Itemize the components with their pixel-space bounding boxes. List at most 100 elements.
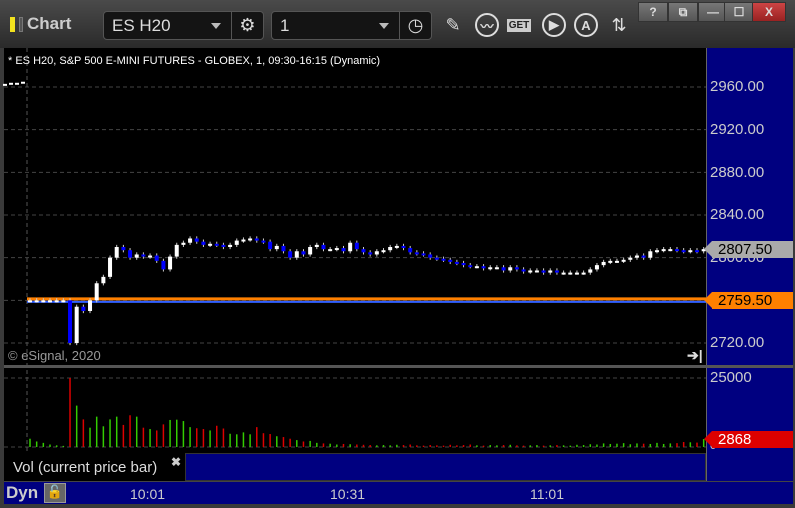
candle (508, 267, 513, 271)
candle (334, 248, 339, 251)
candle (74, 306, 79, 343)
price-label: 2720.00 (710, 334, 765, 351)
last-volume-tag: 2868 (704, 431, 793, 448)
candle (168, 256, 173, 270)
candle (488, 267, 493, 270)
candle (528, 270, 533, 273)
price-label: 2960.00 (710, 78, 765, 95)
candle (268, 241, 273, 250)
candle (441, 258, 446, 261)
candle (274, 245, 279, 250)
candle (354, 242, 359, 250)
candle (648, 251, 653, 258)
chart-plot (3, 48, 706, 453)
candle (141, 254, 146, 257)
price-label: 2880.00 (710, 164, 765, 181)
candle (661, 249, 666, 252)
candle (341, 248, 346, 252)
candle (521, 269, 526, 272)
chart-header: * ES H20, S&P 500 E-MINI FUTURES - GLOBE… (8, 55, 381, 67)
price-label: 2840.00 (710, 206, 765, 223)
candle (681, 250, 686, 253)
candle (134, 254, 139, 258)
candle (454, 261, 459, 264)
candle (228, 244, 233, 247)
candle (588, 269, 593, 273)
candle (294, 251, 299, 258)
candle (408, 248, 413, 253)
candle (188, 238, 193, 243)
candle (68, 300, 73, 343)
candle (21, 81, 25, 84)
candle (628, 257, 633, 260)
candle (434, 257, 439, 260)
candle (81, 306, 86, 311)
candle (128, 250, 133, 258)
candle (501, 267, 506, 271)
candle (28, 300, 32, 303)
candle (361, 249, 366, 253)
candle (468, 265, 473, 268)
candle (561, 272, 566, 275)
candle (254, 238, 259, 241)
candle (314, 244, 319, 247)
candle (414, 252, 419, 255)
candle (421, 253, 426, 256)
candle (574, 272, 579, 275)
last-price-tag: 2807.50 (704, 241, 793, 258)
candle (301, 251, 306, 255)
candle (388, 247, 393, 251)
candle (494, 267, 499, 270)
candle (15, 82, 19, 85)
candle (581, 272, 586, 275)
candle (541, 270, 546, 273)
candle (54, 300, 59, 303)
candle (348, 242, 353, 252)
candle (321, 244, 326, 250)
candle (374, 251, 379, 255)
candle (621, 259, 626, 262)
scroll-to-end-icon[interactable]: ➔| (687, 347, 703, 364)
candle (534, 270, 539, 273)
candle (34, 300, 39, 303)
line-price-tag: 2759.50 (704, 292, 793, 309)
candle (154, 255, 159, 261)
candle (568, 272, 573, 275)
candle (108, 257, 113, 277)
candle (221, 244, 226, 247)
candle (688, 250, 693, 253)
candle (234, 240, 239, 245)
candle (368, 252, 373, 255)
candle (114, 247, 119, 258)
candle (448, 259, 453, 262)
candle (401, 245, 406, 249)
candle (554, 270, 559, 273)
candle (381, 250, 386, 253)
candle (394, 245, 399, 248)
candle (201, 241, 206, 245)
candle (214, 243, 219, 246)
candle (608, 260, 613, 263)
candle (208, 243, 213, 246)
candle (241, 239, 246, 242)
candle (674, 249, 679, 252)
candle (614, 260, 619, 263)
candle (194, 238, 199, 242)
candle (474, 266, 479, 269)
candle (481, 266, 486, 269)
candle (121, 247, 126, 251)
candle (695, 250, 699, 253)
candle (514, 267, 519, 270)
candle (94, 283, 99, 301)
candle (634, 255, 639, 258)
candle (308, 247, 313, 255)
candle (548, 270, 553, 273)
candle (61, 300, 66, 303)
candle (88, 300, 93, 311)
candle (174, 244, 179, 257)
candle (9, 82, 13, 85)
candle (654, 250, 659, 253)
candle (288, 251, 293, 258)
candle (181, 242, 186, 245)
copyright: © eSignal, 2020 (8, 348, 101, 363)
